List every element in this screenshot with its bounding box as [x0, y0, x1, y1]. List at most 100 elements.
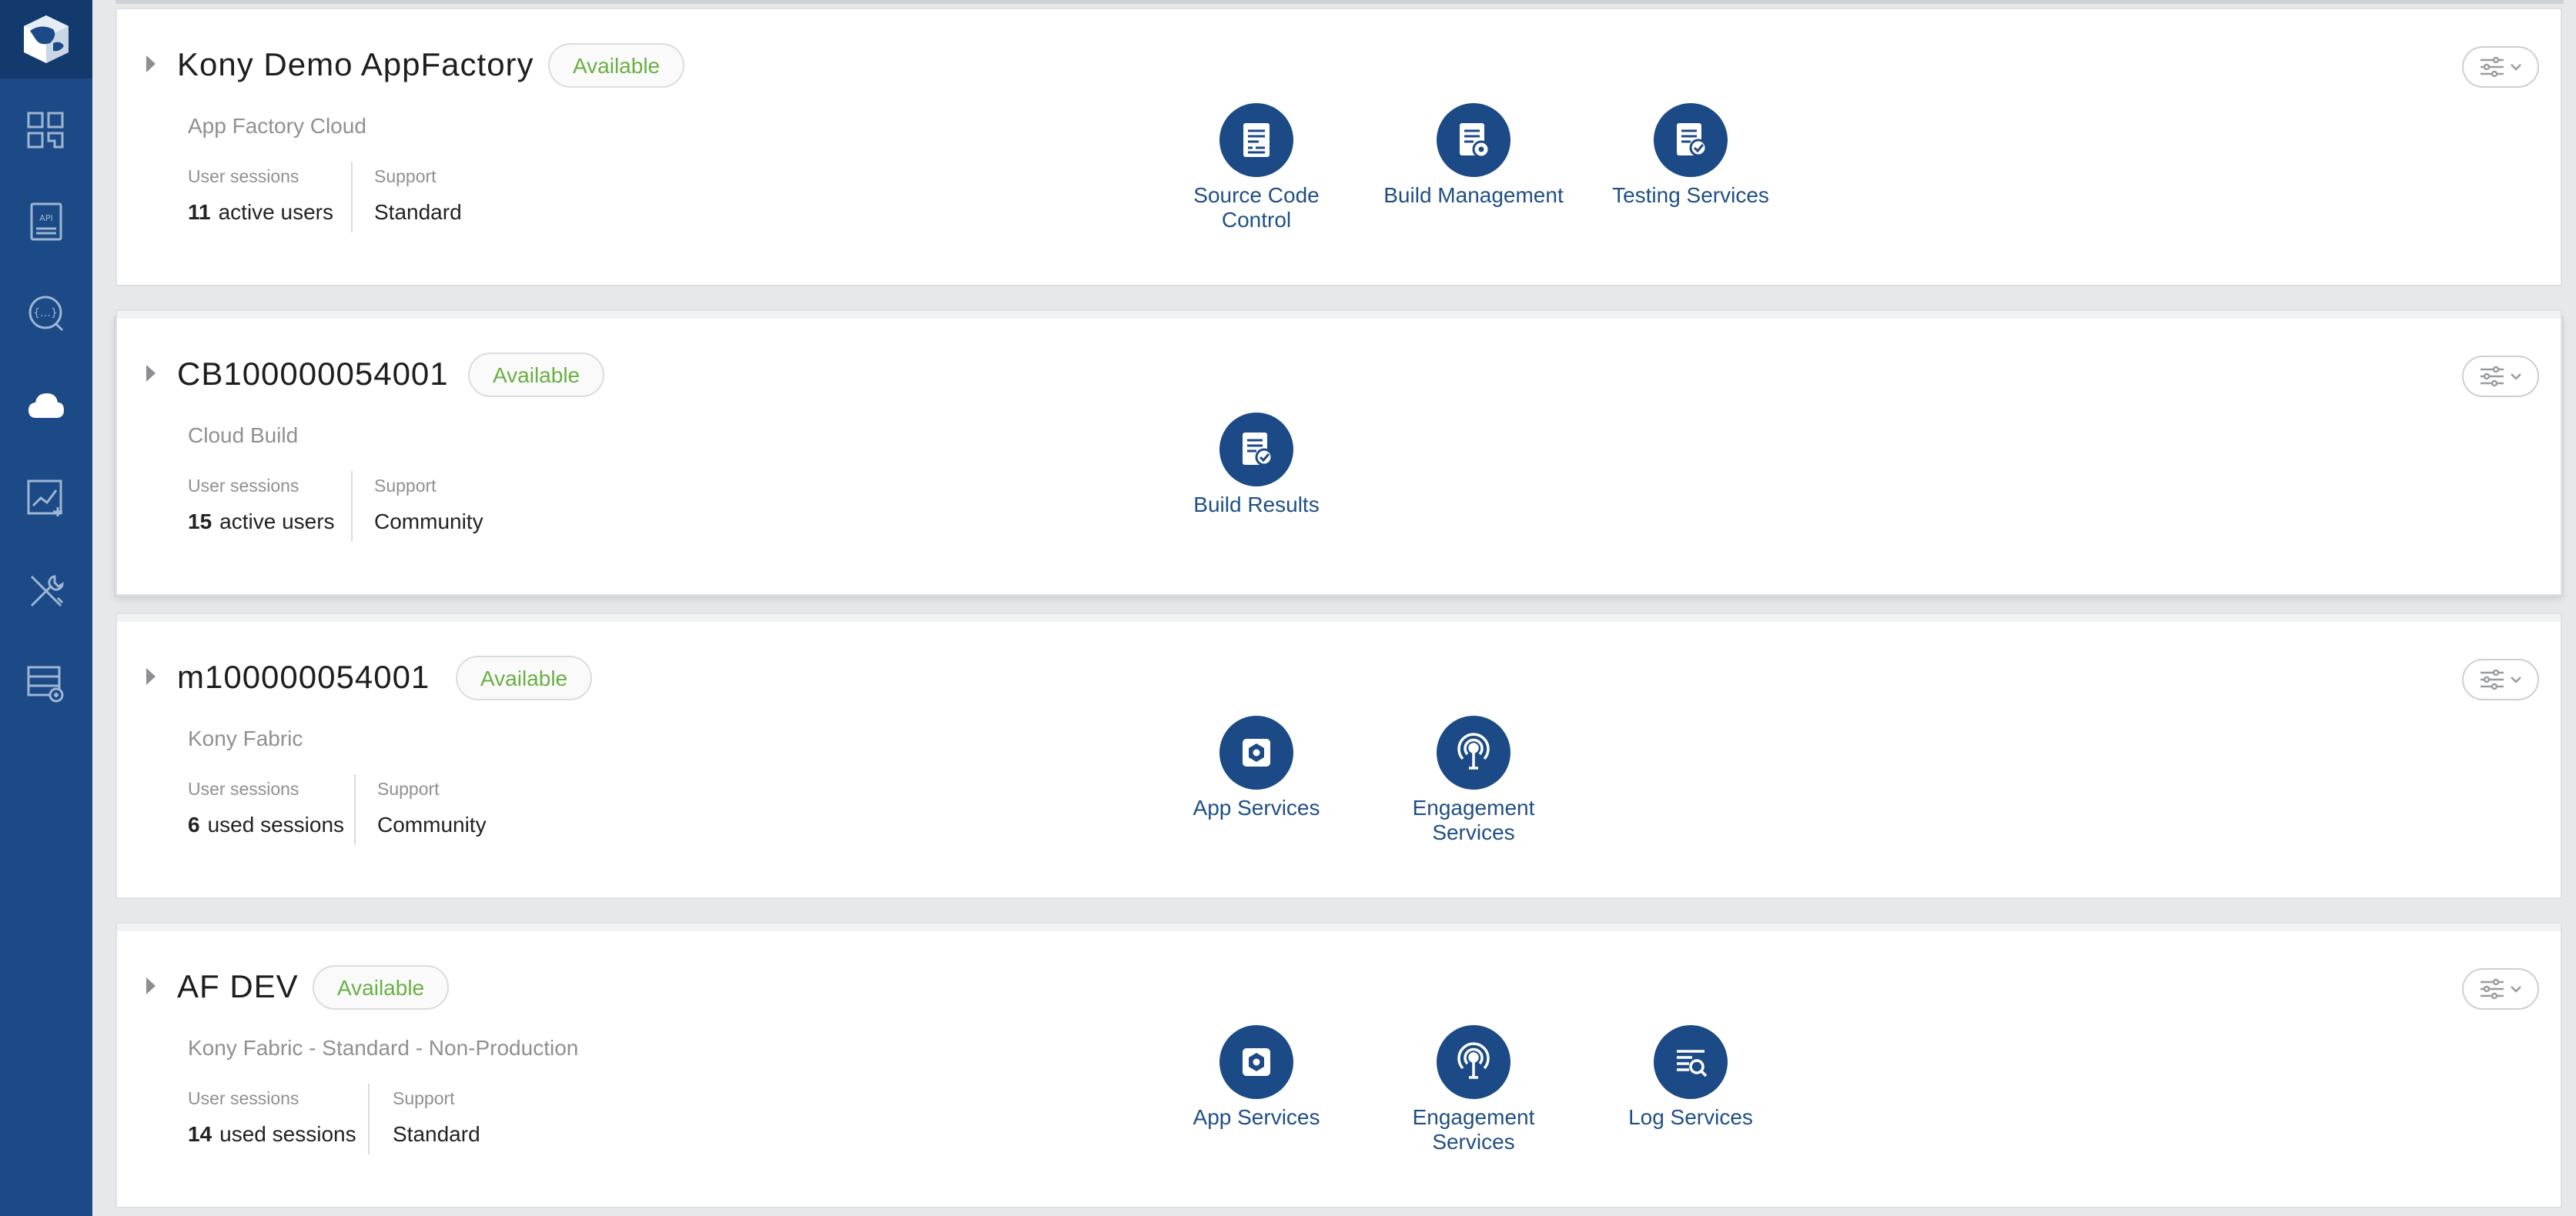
support-label: Support [377, 779, 440, 799]
sessions-value: 15 active users [188, 509, 335, 534]
sessions-count: 15 [188, 509, 212, 533]
sliders-icon [2481, 669, 2504, 690]
service-build-management[interactable]: Build Management [1381, 103, 1566, 208]
cloud-list: Kony Demo AppFactory Available App Facto… [115, 0, 2564, 1216]
service-engagement-services[interactable]: Engagement Services [1381, 716, 1566, 845]
engagement-services-icon [1457, 1042, 1490, 1079]
cloud-subtitle: App Factory Cloud [188, 114, 366, 138]
cloud-card[interactable]: m100000054001 Available Kony Fabric User… [115, 613, 2562, 899]
cloud-subtitle: Kony Fabric [188, 727, 303, 750]
sessions-label: User sessions [188, 779, 299, 799]
svg-text:{…}: {…} [33, 307, 58, 319]
sliders-icon [2481, 56, 2504, 78]
support-label: Support [393, 1088, 455, 1108]
cloud-settings-dropdown[interactable] [2462, 659, 2539, 700]
sessions-unit: active users [219, 509, 335, 533]
sessions-unit: used sessions [219, 1122, 356, 1146]
status-badge: Available [456, 656, 593, 700]
cloud-title: Kony Demo AppFactory [177, 46, 534, 82]
sidebar-item-tools[interactable] [23, 568, 69, 614]
source-code-icon [1243, 123, 1270, 157]
divider [351, 162, 353, 232]
service-build-results[interactable]: Build Results [1164, 413, 1349, 517]
sessions-count: 14 [188, 1122, 212, 1146]
sessions-unit: used sessions [207, 813, 345, 837]
tools-icon [30, 575, 64, 607]
sliders-icon [2481, 978, 2504, 1000]
cloud-card[interactable]: Kony Demo AppFactory Available App Facto… [115, 8, 2562, 286]
cloud-icon [28, 393, 64, 418]
support-value: Standard [374, 200, 462, 224]
service-app-services[interactable]: App Services [1164, 1025, 1349, 1130]
sessions-label: User sessions [188, 166, 299, 186]
sessions-count: 11 [188, 200, 211, 224]
cloud-title: CB100000054001 [177, 356, 449, 392]
divider [368, 1084, 370, 1154]
cloud-settings-dropdown[interactable] [2462, 356, 2539, 397]
chevron-down-icon [2511, 986, 2521, 993]
sessions-value: 11 active users [188, 200, 333, 225]
chevron-down-icon [2511, 676, 2521, 683]
sessions-value: 6 used sessions [188, 813, 344, 837]
service-label: Build Results [1193, 493, 1320, 516]
cloud-subtitle: Kony Fabric - Standard - Non-Production [188, 1036, 579, 1060]
cloud-settings-dropdown[interactable] [2462, 968, 2539, 1010]
api-icon: API [30, 202, 62, 241]
chat-icon: {…} [28, 296, 64, 332]
chevron-down-icon [2511, 64, 2521, 71]
app-services-icon [1243, 739, 1270, 767]
sidebar-item-cloud[interactable] [23, 383, 69, 429]
build-management-icon [1460, 123, 1490, 159]
top-divider [115, 0, 2564, 4]
engagement-services-icon [1457, 733, 1490, 770]
support-label: Support [374, 166, 437, 186]
service-label: Testing Services [1612, 183, 1769, 207]
cloud-card[interactable]: CB100000054001 Available Cloud Build Use… [115, 309, 2562, 596]
expand-caret-icon[interactable] [146, 55, 156, 72]
support-value: Community [374, 509, 483, 533]
sessions-unit: active users [218, 200, 334, 224]
sidebar-item-analytics[interactable] [23, 476, 69, 522]
sidebar-item-messaging[interactable]: {…} [23, 291, 69, 337]
status-badge: Available [313, 965, 450, 1010]
support-label: Support [374, 476, 437, 496]
service-log-services[interactable]: Log Services [1598, 1025, 1783, 1130]
cloud-title: m100000054001 [177, 659, 430, 695]
log-services-icon [1677, 1050, 1708, 1077]
expand-caret-icon[interactable] [146, 668, 156, 685]
app-logo[interactable] [0, 0, 92, 79]
cube-logo-icon [24, 15, 69, 63]
expand-caret-icon[interactable] [146, 977, 156, 994]
support-value: Community [377, 813, 487, 837]
analytics-icon [27, 479, 62, 516]
status-badge: Available [468, 352, 605, 397]
service-label: Build Management [1383, 183, 1564, 207]
expand-caret-icon[interactable] [146, 365, 156, 382]
service-label: Engagement Services [1412, 1105, 1535, 1154]
chevron-down-icon [2511, 373, 2521, 380]
app-services-icon [1243, 1048, 1270, 1076]
support-value: Standard [393, 1122, 480, 1146]
service-label: App Services [1193, 1105, 1320, 1129]
sidebar-item-api[interactable]: API [23, 199, 69, 245]
dashboard-icon [27, 112, 64, 149]
cloud-title: AF DEV [177, 968, 299, 1004]
divider [351, 471, 353, 542]
service-label: Log Services [1628, 1105, 1753, 1129]
service-label: Engagement Services [1412, 796, 1535, 844]
sidebar-item-dashboard[interactable] [23, 108, 69, 154]
cloud-card[interactable]: AF DEV Available Kony Fabric - Standard … [115, 922, 2562, 1208]
service-app-services[interactable]: App Services [1164, 716, 1349, 820]
sessions-label: User sessions [188, 476, 299, 496]
service-engagement-services[interactable]: Engagement Services [1381, 1025, 1566, 1154]
service-testing-services[interactable]: Testing Services [1598, 103, 1783, 208]
divider [354, 774, 356, 845]
build-results-icon [1243, 433, 1273, 466]
testing-services-icon [1677, 123, 1708, 157]
sidebar-item-server[interactable] [23, 660, 69, 707]
service-label: Source Code Control [1193, 183, 1320, 232]
service-source-code-control[interactable]: Source Code Control [1164, 103, 1349, 232]
cloud-subtitle: Cloud Build [188, 423, 299, 447]
cloud-settings-dropdown[interactable] [2462, 46, 2539, 88]
sessions-label: User sessions [188, 1088, 299, 1108]
